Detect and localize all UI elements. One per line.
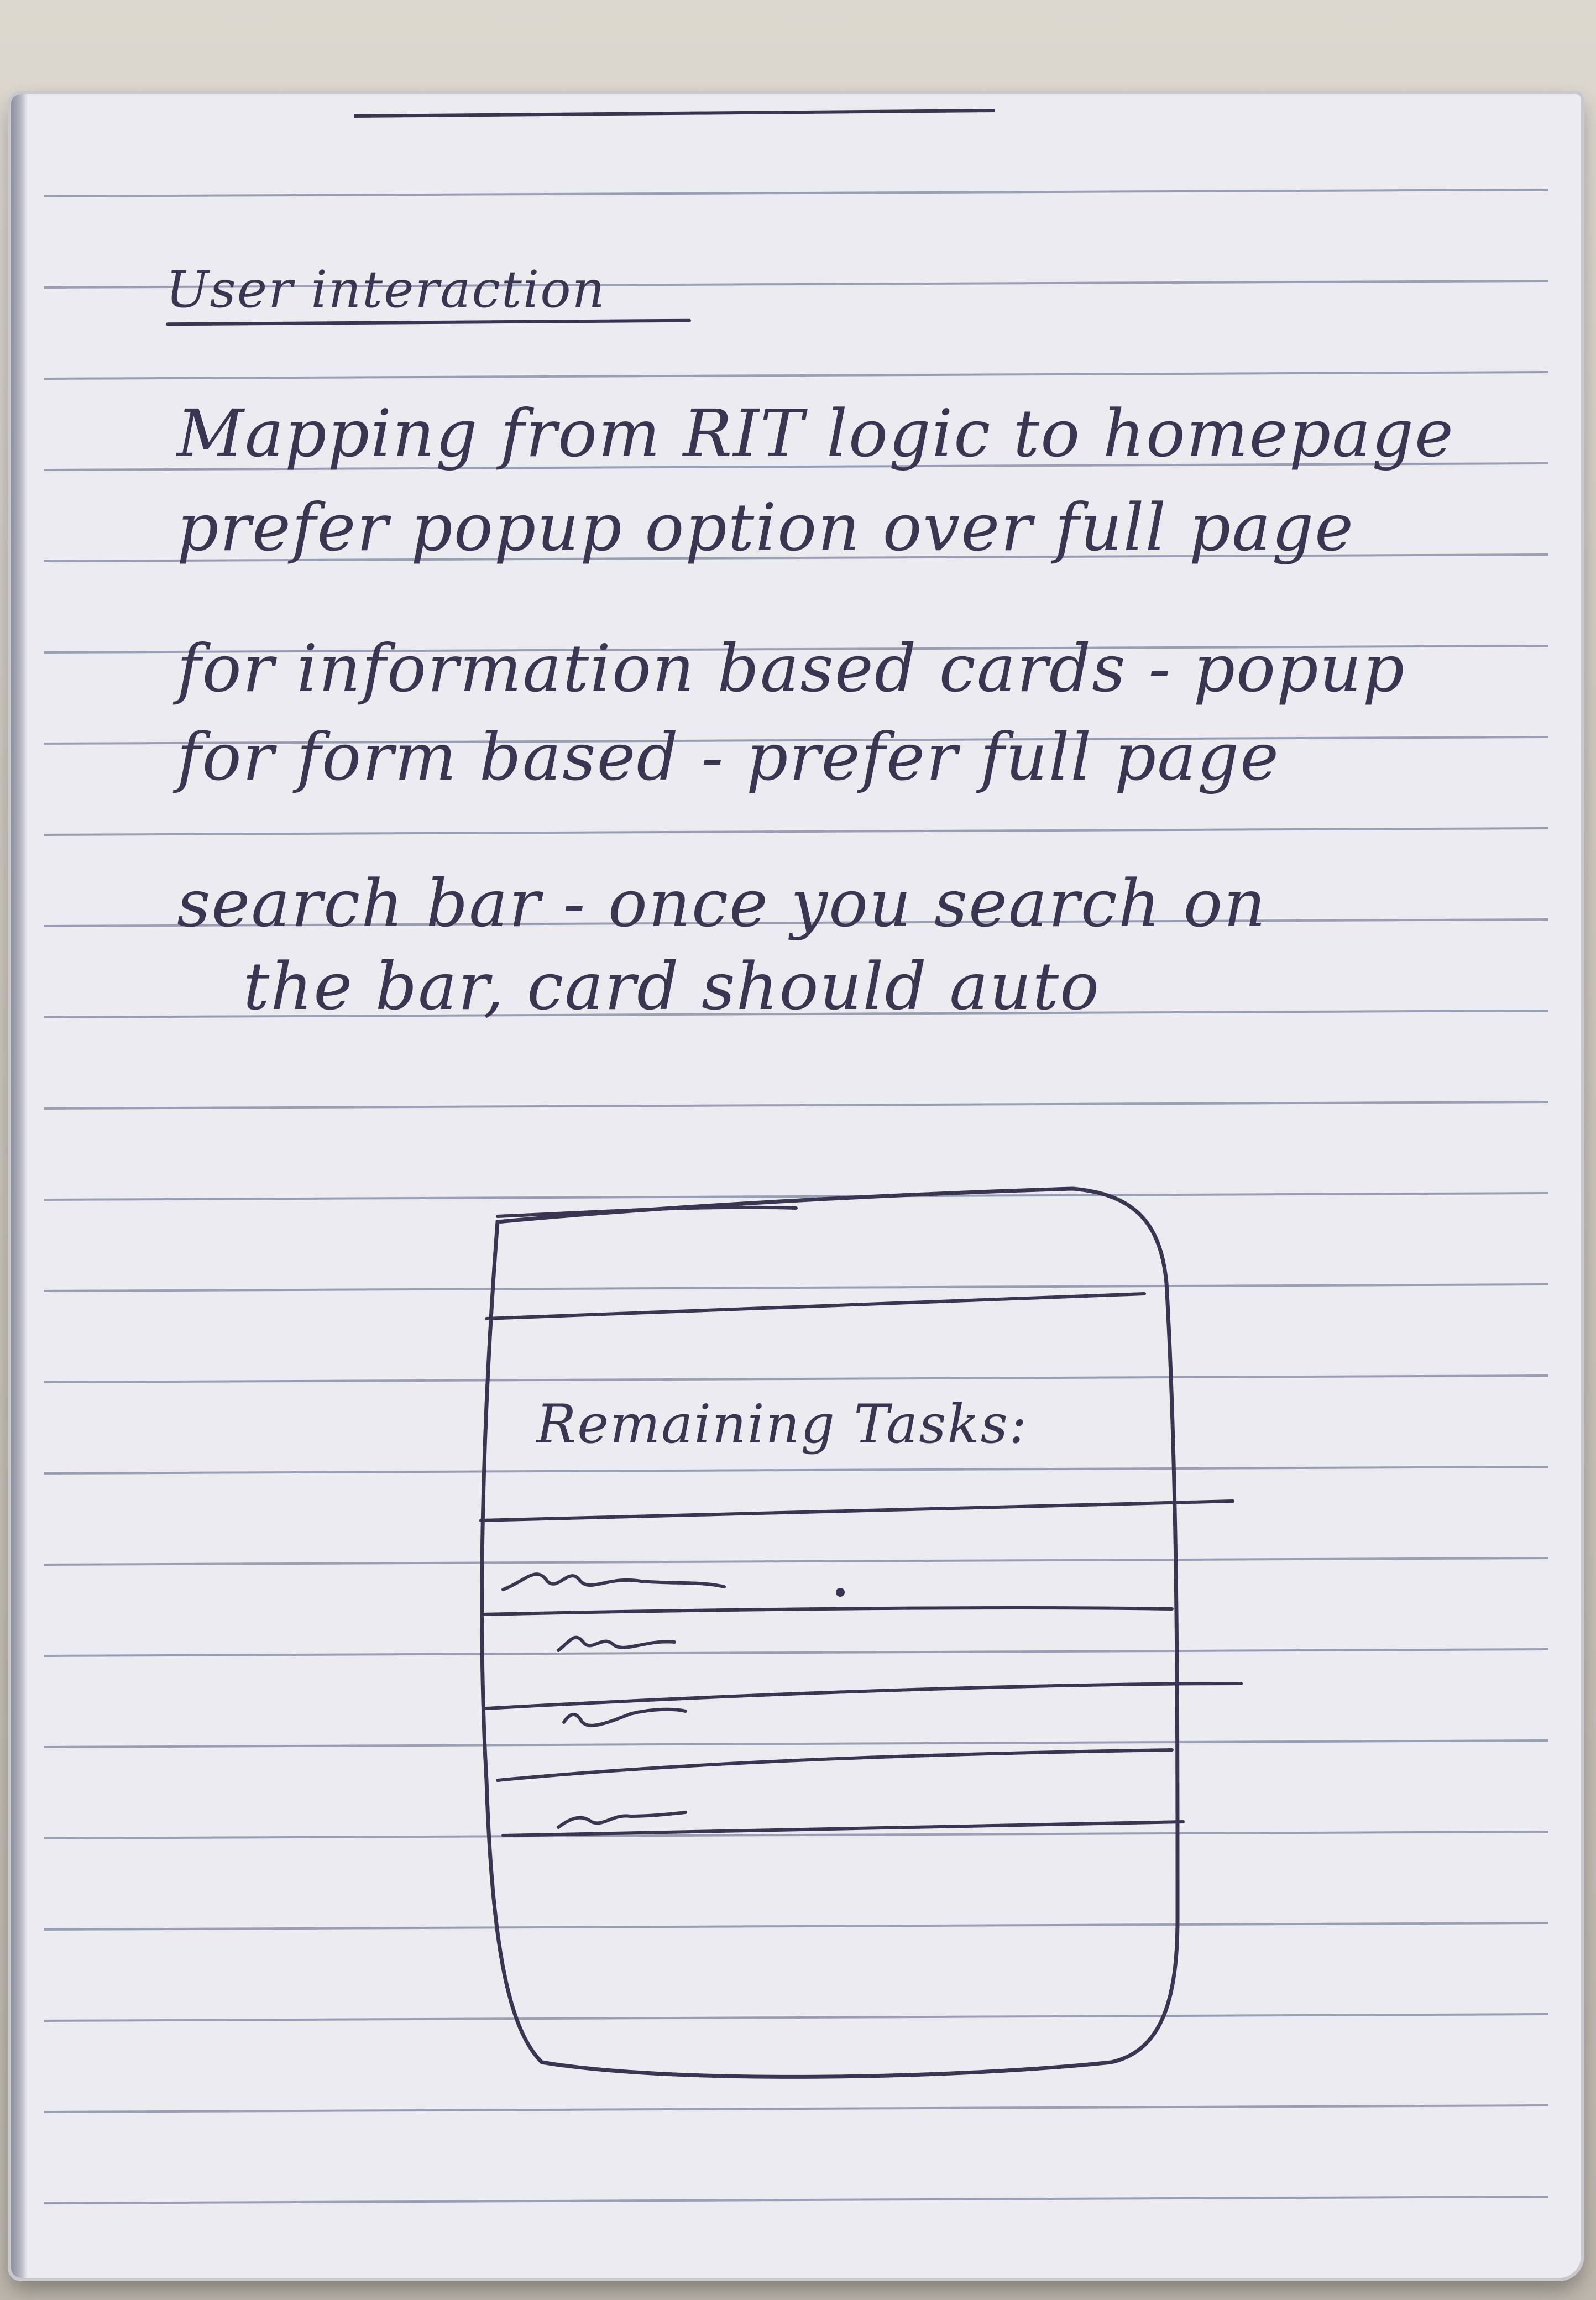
task-item-scribble — [557, 1635, 676, 1652]
task-row-divider — [485, 1682, 1243, 1710]
card-sketch-header-divider — [485, 1292, 1146, 1320]
card-sketch-outline — [480, 1186, 1180, 2079]
card-sketch-title: Remaining Tasks: — [536, 1393, 1028, 1455]
ink-dot — [836, 1588, 845, 1597]
card-sketch-top-stroke — [496, 1205, 798, 1218]
task-row-divider — [496, 1748, 1174, 1782]
task-row-divider — [501, 1820, 1185, 1837]
photo-background: User interaction Mapping from RIT logic … — [0, 0, 1596, 2300]
task-row-divider — [482, 1606, 1174, 1616]
notebook-page: User interaction Mapping from RIT logic … — [11, 94, 1581, 2278]
task-item-scribble — [562, 1707, 687, 1727]
task-item-scribble — [557, 1811, 687, 1829]
task-item-scribble — [501, 1572, 726, 1591]
card-sketch — [479, 1186, 1243, 2079]
card-sketch-title-divider — [479, 1499, 1234, 1522]
